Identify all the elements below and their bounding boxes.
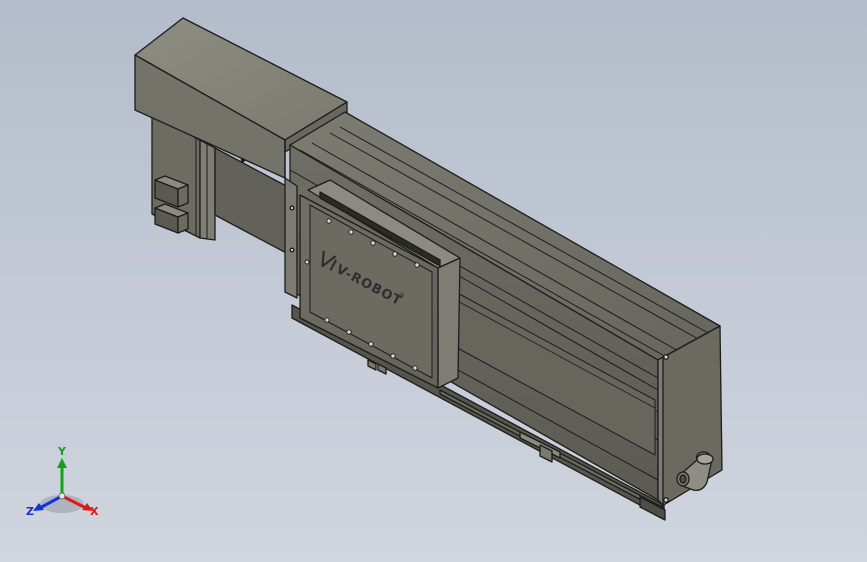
linear-actuator-model[interactable]: V-ROBOT ® bbox=[0, 0, 867, 562]
triad-y-label: Y bbox=[58, 445, 66, 458]
triad-x-label: X bbox=[90, 505, 99, 518]
orientation-triad[interactable]: Y X Z bbox=[22, 446, 112, 526]
triad-origin bbox=[58, 492, 66, 500]
triad-y-arrow-icon bbox=[57, 458, 67, 468]
cad-viewport[interactable]: V-ROBOT ® Y X Z bbox=[0, 0, 867, 562]
triad-z-label: Z bbox=[26, 505, 34, 518]
